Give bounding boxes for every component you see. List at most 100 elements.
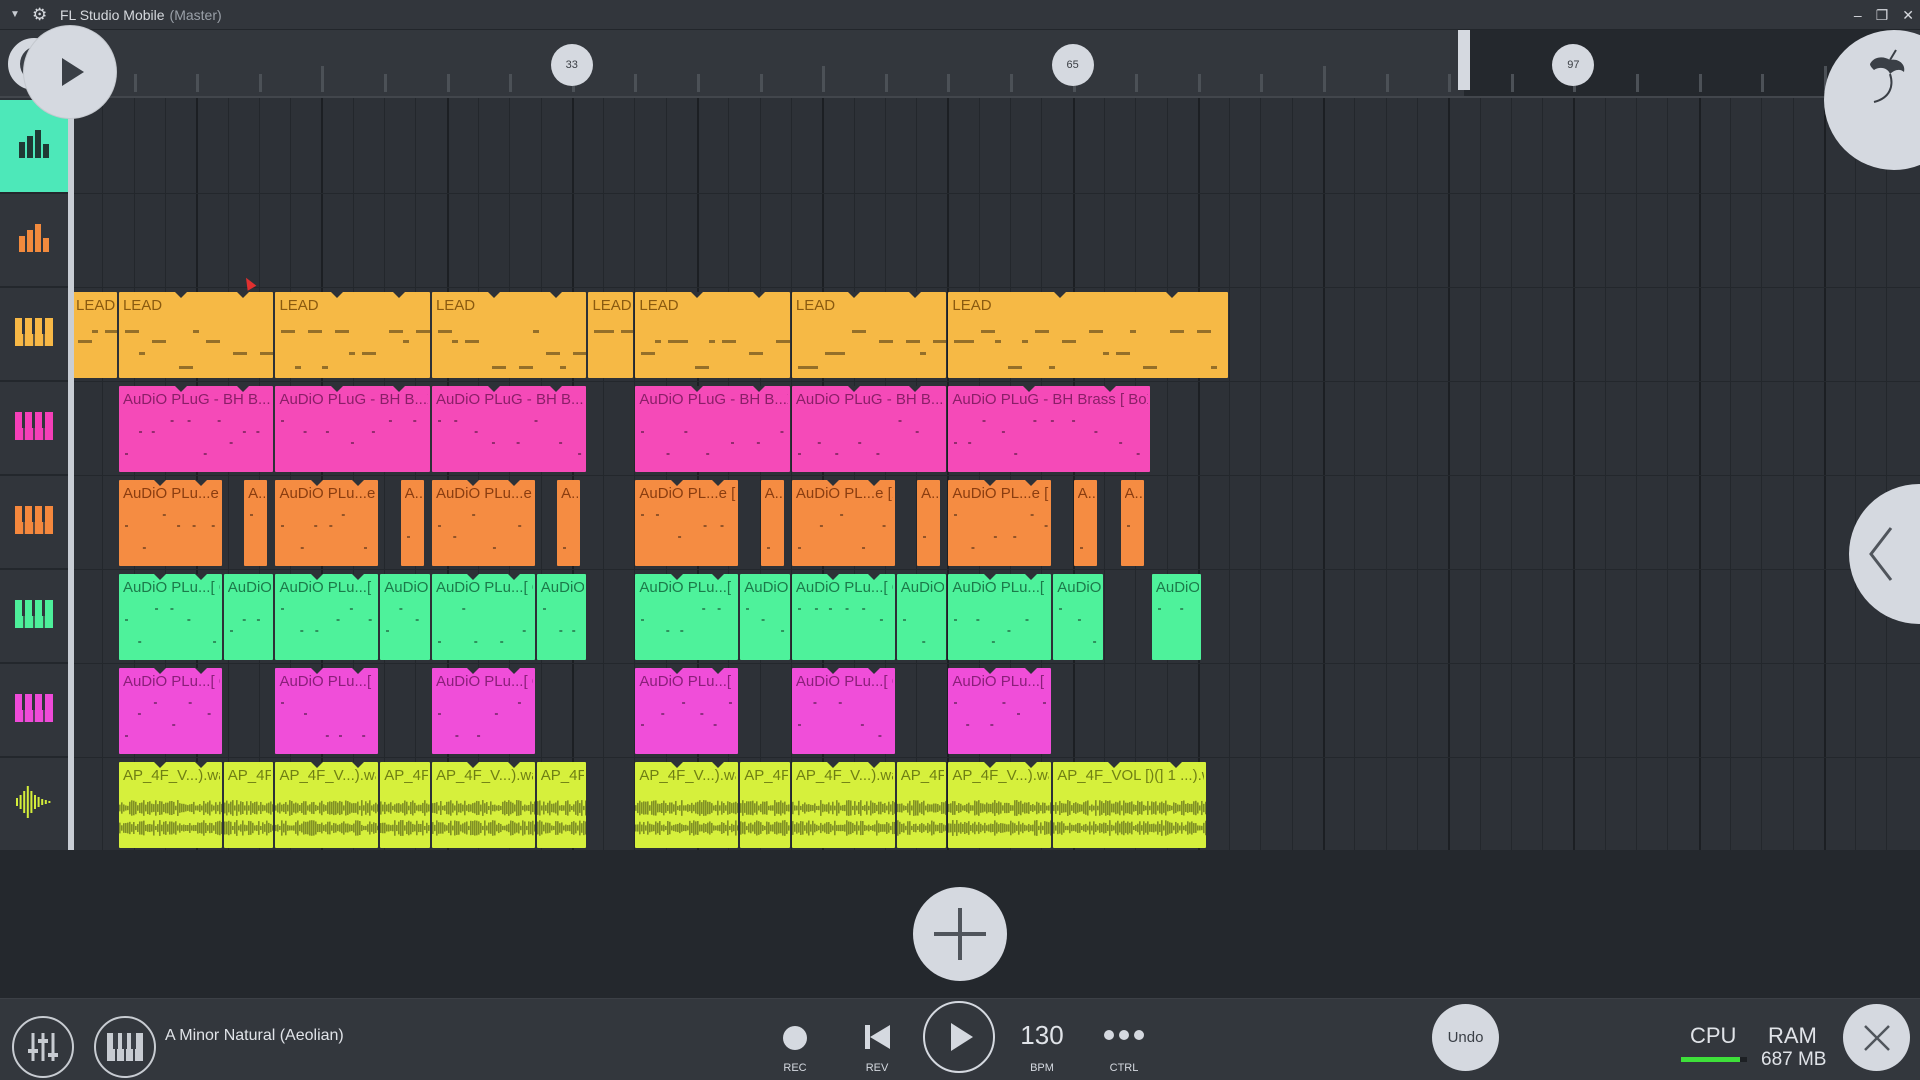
- clip[interactable]: AuDiO PLu...e [1]: [431, 480, 535, 566]
- loop-end-handle[interactable]: [1457, 30, 1470, 90]
- clip[interactable]: A...: [1073, 480, 1097, 566]
- clip-marker-icon: [983, 480, 996, 486]
- playlist-area[interactable]: LEAD LEAD LEAD LEAD LEAD LEAD LEAD LEAD AuDiO PL…: [0, 98, 1920, 850]
- clip[interactable]: AP_4F_V...).wav: [948, 762, 1052, 848]
- clip[interactable]: AP_4F...: [536, 762, 587, 848]
- clip[interactable]: AuDiO PL...e [1]: [635, 480, 739, 566]
- clip[interactable]: AuDiO...: [1053, 574, 1103, 660]
- clip[interactable]: LEAD: [635, 292, 790, 378]
- clip[interactable]: AuDiO PLuG - BH B...X ] 2: [431, 386, 587, 472]
- clip[interactable]: AuDiO PLu...[ C ]: [118, 668, 222, 754]
- clip[interactable]: AuDiO PLu...[ C ]: [431, 668, 535, 754]
- clip[interactable]: A...: [760, 480, 784, 566]
- clip[interactable]: AuDiO...: [740, 574, 790, 660]
- clip[interactable]: AuDiO PLu...[ C ]: [635, 668, 739, 754]
- sidebar-plugin-1[interactable]: [0, 476, 68, 569]
- clip[interactable]: AuDiO PLuG - BH Brass [ BoX ] 2: [948, 386, 1150, 472]
- clip[interactable]: LEAD: [118, 292, 274, 378]
- clip[interactable]: LEAD: [275, 292, 430, 378]
- record-button[interactable]: REC: [765, 1008, 825, 1074]
- clip[interactable]: LEAD: [791, 292, 947, 378]
- clip-notes: [897, 604, 947, 656]
- clip-notes: [635, 322, 790, 374]
- close-window-icon[interactable]: ✕: [1902, 7, 1914, 24]
- scale-label[interactable]: A Minor Natural (Aeolian): [165, 1027, 344, 1045]
- clip[interactable]: AuDiO PL...e [1]: [948, 480, 1052, 566]
- clip-notes: [740, 604, 790, 656]
- clip-notes: [635, 416, 790, 468]
- ruler-tick: [321, 66, 325, 92]
- clip[interactable]: AP_4F_V...).wav: [791, 762, 895, 848]
- add-track-button[interactable]: [913, 887, 1007, 981]
- bar-marker[interactable]: 97: [1552, 44, 1595, 86]
- gear-icon[interactable]: ⚙: [32, 5, 54, 25]
- clip[interactable]: AuDiO PLu...[ C ]: [431, 574, 535, 660]
- restore-icon[interactable]: ❐: [1876, 7, 1889, 24]
- clip[interactable]: AuDiO PLu...[ C ]: [118, 574, 222, 660]
- clip[interactable]: A...: [1120, 480, 1144, 566]
- clip[interactable]: AuDiO PLu...[ C ]: [791, 668, 895, 754]
- rewind-button[interactable]: REV: [847, 1008, 907, 1074]
- clip[interactable]: A...: [400, 480, 424, 566]
- clip[interactable]: AP_4F...: [896, 762, 947, 848]
- clip[interactable]: LEAD: [948, 292, 1229, 378]
- sidebar-plugin-c2[interactable]: [0, 664, 68, 757]
- ctrl-button[interactable]: CTRL: [1094, 1008, 1154, 1074]
- clip-marker-icon: [1024, 574, 1037, 580]
- clip[interactable]: AP_4F...: [223, 762, 274, 848]
- clip[interactable]: AuDiO...: [380, 574, 430, 660]
- undo-button[interactable]: Undo: [1432, 1004, 1499, 1071]
- clip[interactable]: LEAD: [431, 292, 587, 378]
- clip[interactable]: AuDiO PLuG - BH B...X ] 2: [791, 386, 947, 472]
- clip-label: A...: [1077, 485, 1095, 502]
- clip[interactable]: AP_4F...: [740, 762, 790, 848]
- clip[interactable]: AuDiO PL...e [1]: [791, 480, 895, 566]
- sidebar-plugin-c[interactable]: [0, 570, 68, 663]
- sidebar-lead[interactable]: [0, 288, 68, 381]
- clip[interactable]: AP_4F_V...).wav: [635, 762, 739, 848]
- clip[interactable]: AP_4F...: [380, 762, 430, 848]
- clip[interactable]: AP_4F_VOL [)(] 1 ...).wav: [1053, 762, 1207, 848]
- sidebar-audio[interactable]: [0, 758, 68, 850]
- clip[interactable]: AP_4F_V...).wav: [275, 762, 379, 848]
- clip[interactable]: AuDiO PLu...[ C ]: [635, 574, 739, 660]
- bar-marker[interactable]: 33: [550, 44, 593, 86]
- mixer-button[interactable]: [12, 1016, 74, 1078]
- clip[interactable]: AuDiO...: [223, 574, 274, 660]
- bar-marker[interactable]: 65: [1051, 44, 1094, 86]
- playhead-scrollbar[interactable]: [68, 98, 74, 850]
- clip[interactable]: A...: [244, 480, 268, 566]
- sidebar-brass[interactable]: [0, 382, 68, 475]
- clip[interactable]: AuDiO PLuG - BH B...X ] 2: [118, 386, 274, 472]
- timeline-ruler[interactable]: 33 65 97: [0, 30, 1920, 98]
- scale-piano-button[interactable]: [94, 1016, 156, 1078]
- tempo-control[interactable]: 130 BPM: [1012, 1008, 1072, 1074]
- clip[interactable]: A...: [917, 480, 941, 566]
- clip[interactable]: AuDiO...: [896, 574, 947, 660]
- clip-marker-icon: [711, 574, 724, 580]
- clip[interactable]: AuDiO PLu...[ C ]: [275, 574, 379, 660]
- clip[interactable]: AuDiO PLu...e [1]: [275, 480, 379, 566]
- clip[interactable]: LEAD: [588, 292, 634, 378]
- pattern-play-button[interactable]: [24, 26, 116, 118]
- clip[interactable]: AuDiO PLu...[ C ]: [948, 668, 1052, 754]
- menu-caret-icon[interactable]: ▼: [10, 9, 24, 20]
- clip[interactable]: AP_4F_V...).wav: [431, 762, 535, 848]
- clip-label: AuDiO PL...e [1]: [639, 485, 736, 502]
- clip[interactable]: LEAD: [72, 292, 117, 378]
- clip[interactable]: AuDiO PLu...e [1]: [118, 480, 222, 566]
- clip[interactable]: AuDiO PLu...[ C ]: [948, 574, 1052, 660]
- clip[interactable]: A...: [557, 480, 581, 566]
- play-button[interactable]: [923, 1001, 995, 1073]
- minimize-icon[interactable]: ‒: [1854, 7, 1862, 23]
- close-button[interactable]: [1843, 1004, 1910, 1071]
- clip[interactable]: AuDiO...: [536, 574, 587, 660]
- clip[interactable]: AuDiO PLuG - BH B...X ] 2: [275, 386, 430, 472]
- clip[interactable]: AuDiO PLu...[ C ]: [275, 668, 379, 754]
- clip[interactable]: AP_4F_V...).wav: [118, 762, 222, 848]
- sidebar-mixer-track[interactable]: [0, 194, 68, 287]
- clip[interactable]: AuDiO PLu...[ C ]: [791, 574, 895, 660]
- clip[interactable]: AuDiO PLuG - BH B...X ] 2: [635, 386, 790, 472]
- clip[interactable]: AuDiO...: [1151, 574, 1202, 660]
- clip-notes: [1152, 604, 1202, 656]
